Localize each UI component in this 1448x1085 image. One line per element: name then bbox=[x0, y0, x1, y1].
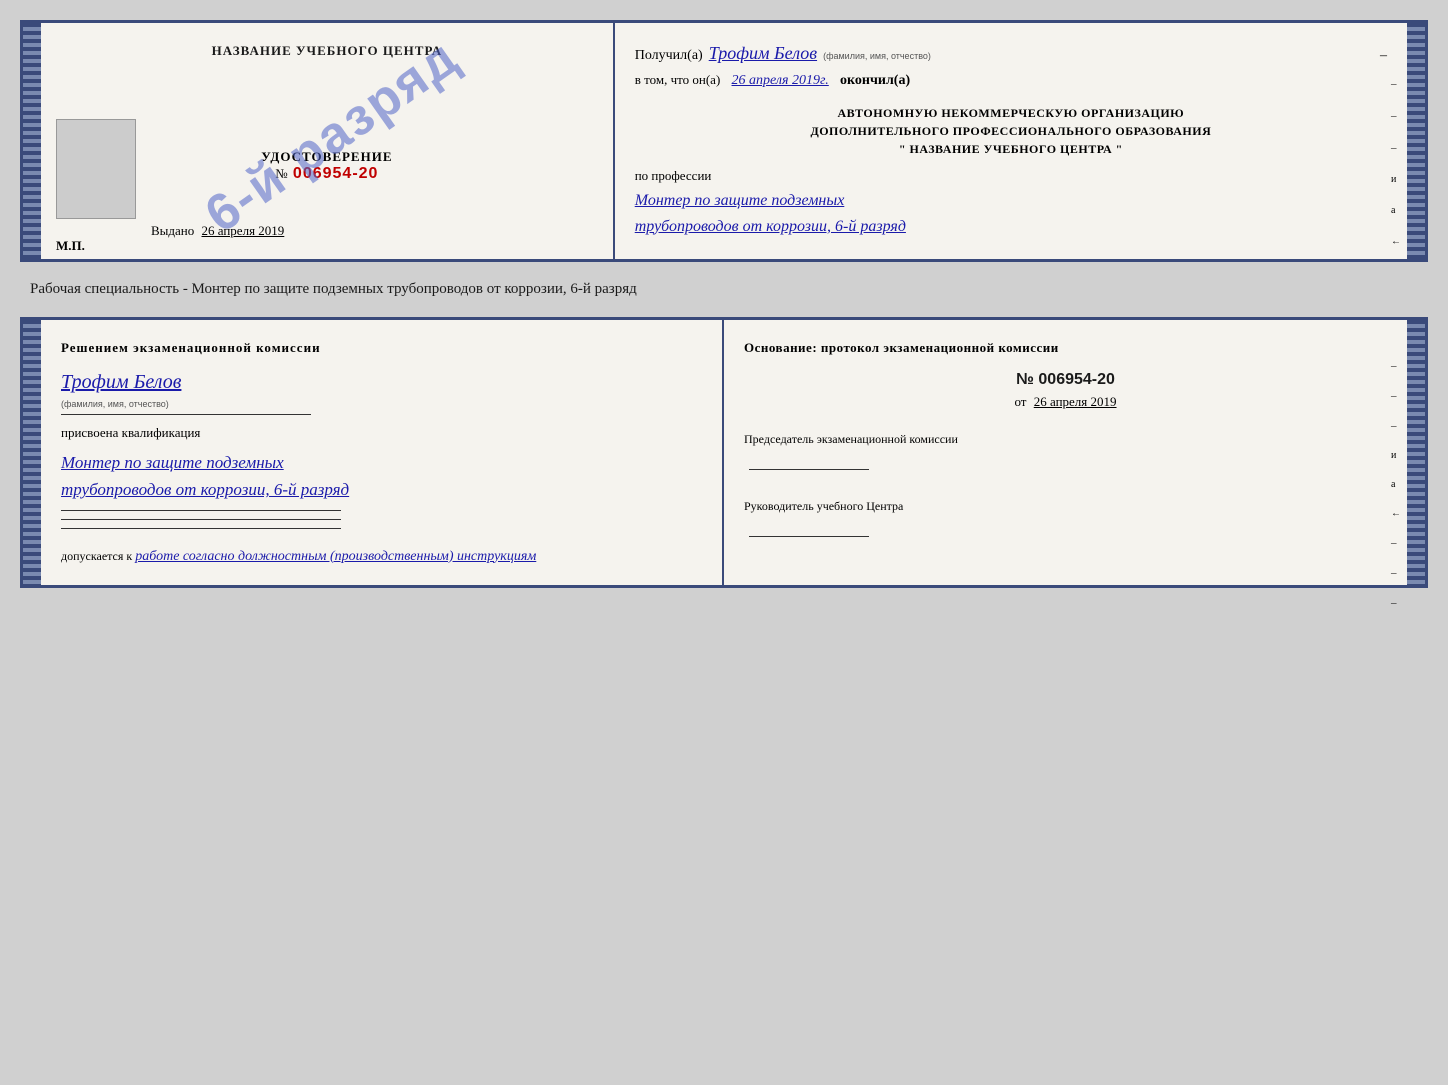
bottom-profession: Монтер по защите подземных трубопроводов… bbox=[61, 449, 702, 503]
rukovoditel-label: Руководитель учебного Центра bbox=[744, 497, 1387, 516]
photo-placeholder bbox=[56, 119, 136, 219]
vtom-line: в том, что он(а) 26 апреля 2019г. окончи… bbox=[635, 72, 1387, 89]
cert-number: 006954-20 bbox=[293, 165, 379, 182]
bottom-right-panel: Основание: протокол экзаменационной коми… bbox=[724, 320, 1407, 584]
stamp-text: 6-й разряд bbox=[194, 27, 469, 245]
dash1: – bbox=[1380, 48, 1387, 64]
br-dash6: – bbox=[1391, 597, 1401, 609]
border-decoration-left bbox=[23, 23, 41, 259]
page-wrapper: НАЗВАНИЕ УЧЕБНОГО ЦЕНТРА 6-й разряд УДОС… bbox=[20, 20, 1428, 588]
right-side-labels: – – – и а ← – – – bbox=[1391, 78, 1401, 262]
border-decoration-right bbox=[1407, 23, 1425, 259]
br-dash3: – bbox=[1391, 420, 1401, 432]
bottom-profession-line1: Монтер по защите подземных bbox=[61, 449, 702, 476]
protokol-number-prefix: № bbox=[1016, 371, 1034, 388]
udostoverenie-label: УДОСТОВЕРЕНИЕ bbox=[261, 149, 392, 165]
org-name-block: АВТОНОМНУЮ НЕКОММЕРЧЕСКУЮ ОРГАНИЗАЦИЮ ДО… bbox=[635, 104, 1387, 158]
border-decoration-bottom-left bbox=[23, 320, 41, 584]
vydano-date: 26 апреля 2019 bbox=[202, 223, 285, 238]
br-a: а bbox=[1391, 479, 1401, 490]
udostoverenie-block: УДОСТОВЕРЕНИЕ № 006954-20 bbox=[261, 149, 392, 183]
fio-small-label: (фамилия, имя, отчество) bbox=[823, 51, 931, 61]
br-i: и bbox=[1391, 450, 1401, 461]
vtom-date: 26 апреля 2019г. bbox=[732, 73, 829, 88]
profession-field: Монтер по защите подземных трубопроводов… bbox=[635, 188, 1387, 239]
bottom-left-panel: Решением экзаменационной комиссии Трофим… bbox=[41, 320, 724, 584]
dash-r1: – bbox=[1391, 78, 1401, 90]
profession-line2: трубопроводов от коррозии, 6-й разряд bbox=[635, 214, 1387, 240]
number-prefix: № bbox=[275, 166, 288, 181]
predsedatel-signature-line bbox=[749, 469, 869, 470]
recipient-name: Трофим Белов bbox=[709, 43, 817, 64]
cert-right-panel: Получил(а) Трофим Белов (фамилия, имя, о… bbox=[615, 23, 1407, 259]
i-label: и bbox=[1391, 174, 1401, 185]
org-line2: ДОПОЛНИТЕЛЬНОГО ПРОФЕССИОНАЛЬНОГО ОБРАЗО… bbox=[635, 122, 1387, 140]
po-professii-label: по профессии bbox=[635, 168, 1387, 184]
bottom-inner: Решением экзаменационной комиссии Трофим… bbox=[41, 320, 1407, 584]
border-decoration-bottom-right bbox=[1407, 320, 1425, 584]
okochil-label: окончил(а) bbox=[840, 73, 910, 88]
bottom-right-dashes: – – – и а ← – – – bbox=[1391, 360, 1401, 609]
br-dash2: – bbox=[1391, 390, 1401, 402]
bottom-fio-small: (фамилия, имя, отчество) bbox=[61, 399, 169, 409]
org-line1: АВТОНОМНУЮ НЕКОММЕРЧЕСКУЮ ОРГАНИЗАЦИЮ bbox=[635, 104, 1387, 122]
resheniem-title: Решением экзаменационной комиссии bbox=[61, 340, 702, 356]
osnovanie-title: Основание: протокол экзаменационной коми… bbox=[744, 340, 1387, 356]
poluchil-line: Получил(а) Трофим Белов (фамилия, имя, о… bbox=[635, 43, 1387, 64]
vydano-line: Выдано 26 апреля 2019 bbox=[151, 223, 284, 239]
dopuskaetsya-label: допускается к bbox=[61, 549, 132, 563]
dopuskaetsya-text: работе согласно должностным (производств… bbox=[135, 549, 536, 564]
dopuskaetsya-block: допускается к работе согласно должностны… bbox=[61, 549, 702, 565]
br-dash4: – bbox=[1391, 537, 1401, 549]
cert-left-title: НАЗВАНИЕ УЧЕБНОГО ЦЕНТРА bbox=[212, 43, 443, 59]
rukovoditel-signature-line bbox=[749, 536, 869, 537]
profession-line1: Монтер по защите подземных bbox=[635, 188, 1387, 214]
certificate-top: НАЗВАНИЕ УЧЕБНОГО ЦЕНТРА 6-й разряд УДОС… bbox=[20, 20, 1428, 262]
cert-left-panel: НАЗВАНИЕ УЧЕБНОГО ЦЕНТРА 6-й разряд УДОС… bbox=[41, 23, 615, 259]
protokol-number: 006954-20 bbox=[1038, 371, 1115, 388]
prisvoena-label: присвоена квалификация bbox=[61, 425, 702, 441]
cert-inner-top: НАЗВАНИЕ УЧЕБНОГО ЦЕНТРА 6-й разряд УДОС… bbox=[41, 23, 1407, 259]
predsedatel-block: Председатель экзаменационной комиссии bbox=[744, 430, 1387, 476]
ot-prefix: от bbox=[1014, 394, 1026, 409]
dash-r3: – bbox=[1391, 142, 1401, 154]
bottom-name-block: Трофим Белов (фамилия, имя, отчество) bbox=[61, 371, 702, 415]
bottom-profession-line2: трубопроводов от коррозии, 6-й разряд bbox=[61, 476, 702, 503]
a-label: а bbox=[1391, 205, 1401, 216]
ot-date: 26 апреля 2019 bbox=[1034, 394, 1117, 409]
vydano-label: Выдано bbox=[151, 223, 194, 238]
vtom-label: в том, что он(а) bbox=[635, 72, 721, 87]
ot-date-block: от 26 апреля 2019 bbox=[744, 394, 1387, 410]
dash-r2: – bbox=[1391, 110, 1401, 122]
middle-text: Рабочая специальность - Монтер по защите… bbox=[20, 274, 1428, 305]
br-dash1: – bbox=[1391, 360, 1401, 372]
br-dash5: – bbox=[1391, 567, 1401, 579]
certificate-bottom: Решением экзаменационной комиссии Трофим… bbox=[20, 317, 1428, 587]
predsedatel-label: Председатель экзаменационной комиссии bbox=[744, 430, 1387, 449]
poluchil-label: Получил(а) bbox=[635, 48, 703, 64]
org-line3: " НАЗВАНИЕ УЧЕБНОГО ЦЕНТРА " bbox=[635, 140, 1387, 158]
bottom-recipient-name: Трофим Белов bbox=[61, 371, 181, 393]
rukovoditel-block: Руководитель учебного Центра bbox=[744, 497, 1387, 543]
diagonal-stamp: 6-й разряд bbox=[61, 53, 603, 219]
mp-line: М.П. bbox=[56, 238, 85, 254]
protokol-number-block: № 006954-20 bbox=[744, 371, 1387, 389]
arrow-label: ← bbox=[1391, 236, 1401, 247]
br-arrow: ← bbox=[1391, 508, 1401, 519]
